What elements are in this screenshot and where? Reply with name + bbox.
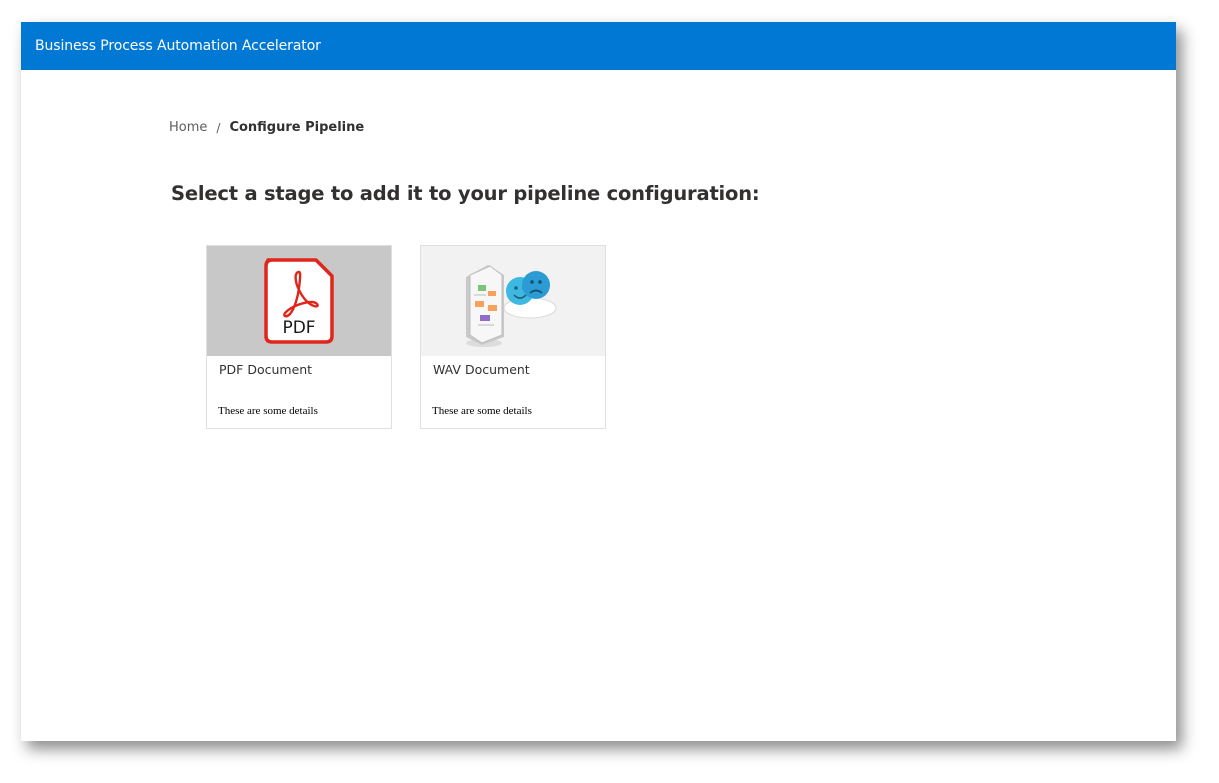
card-details: These are some details [218, 405, 318, 417]
card-details: These are some details [432, 405, 532, 417]
pdf-file-icon: PDF [264, 258, 334, 344]
stage-card-list: PDF PDF Document These are some details [206, 245, 606, 429]
stage-card-wav-document[interactable]: WAV Document These are some details [420, 245, 606, 429]
top-bar: Business Process Automation Accelerator [21, 22, 1176, 70]
breadcrumb-home-link[interactable]: Home [169, 120, 207, 135]
stage-card-pdf-document[interactable]: PDF PDF Document These are some details [206, 245, 392, 429]
breadcrumb-separator: / [216, 120, 221, 135]
card-image [421, 246, 605, 356]
svg-text:PDF: PDF [282, 318, 315, 338]
breadcrumb-current: Configure Pipeline [229, 120, 365, 135]
app-title: Business Process Automation Accelerator [35, 38, 321, 54]
card-image: PDF [207, 246, 391, 356]
card-title: PDF Document [219, 362, 313, 377]
breadcrumb: Home / Configure Pipeline [169, 120, 364, 135]
speech-analytics-icon [466, 265, 557, 347]
card-title: WAV Document [433, 362, 530, 377]
app-window: Business Process Automation Accelerator … [21, 22, 1176, 741]
page-heading: Select a stage to add it to your pipelin… [171, 182, 760, 205]
